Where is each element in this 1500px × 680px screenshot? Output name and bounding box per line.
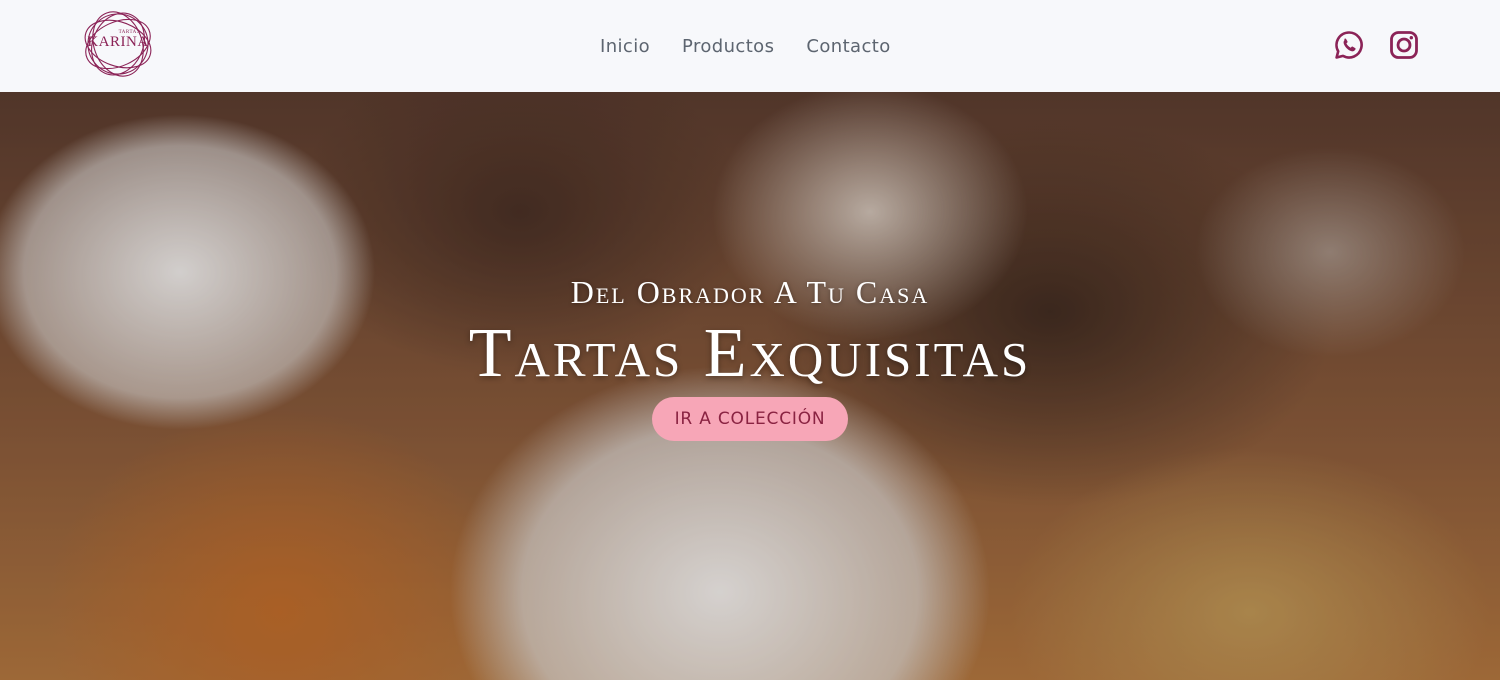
nav-item-productos[interactable]: Productos [682,36,774,57]
nav-item-inicio[interactable]: Inicio [600,36,650,57]
whatsapp-icon[interactable] [1334,30,1364,60]
nav-item-contacto[interactable]: Contacto [806,36,890,57]
hero-title: Tartas Exquisitas [468,315,1032,392]
main-nav: Inicio Productos Contacto [600,34,891,58]
brand-logo[interactable]: TARTAS KARINA [80,6,156,82]
site-header: TARTAS KARINA Inicio Productos Contacto [0,0,1500,92]
instagram-icon[interactable] [1389,30,1419,60]
logo-brand-text: KARINA [87,34,149,50]
collection-button[interactable]: IR A COLECCIÓN [652,397,848,441]
hero-subtitle: Del Obrador A Tu Casa [570,274,930,310]
hero-section: Del Obrador A Tu Casa Tartas Exquisitas … [0,92,1500,680]
